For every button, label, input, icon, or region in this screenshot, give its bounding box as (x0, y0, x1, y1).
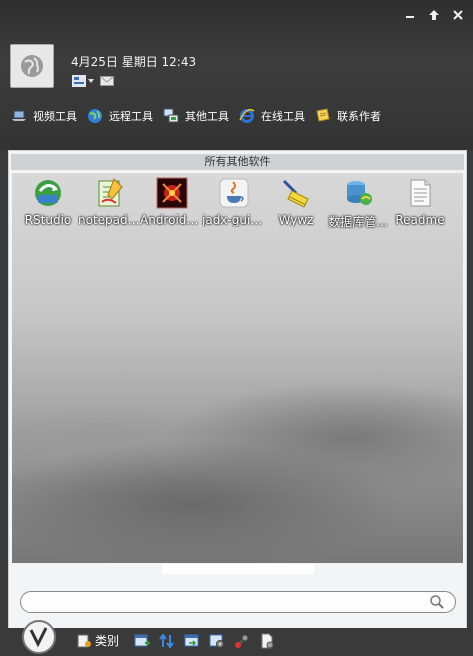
tab-online-tools[interactable]: 在线工具 (236, 106, 308, 126)
mail-icon[interactable] (100, 76, 114, 86)
app-wywz[interactable]: Wywz (266, 177, 326, 237)
add-window-icon (134, 634, 150, 646)
app-jadx-gui[interactable]: jadx-gui-... (202, 177, 266, 237)
app-notepad-plus-plus[interactable]: notepad++ (78, 177, 142, 237)
computer-icon (163, 108, 179, 123)
app-label: notepad++ (78, 213, 142, 227)
settings-button[interactable] (208, 632, 225, 649)
app-label: RStudio (24, 213, 72, 227)
laptop-icon (12, 110, 26, 121)
add-item-button[interactable] (133, 632, 150, 649)
app-grid: RStudio notepad++ AndroidKi... jadx-gui-… (18, 177, 458, 237)
tab-label: 联系作者 (337, 110, 381, 123)
ie-icon (239, 108, 255, 123)
app-readme[interactable]: Readme (390, 177, 450, 237)
tab-video-tools[interactable]: 视频工具 (8, 106, 80, 126)
sort-arrows-icon (158, 632, 174, 649)
close-icon (453, 10, 463, 20)
app-label: 数据库管... (328, 215, 388, 229)
datetime-label: 4月25日 星期日 12:43 (71, 55, 197, 69)
search-button[interactable] (429, 594, 445, 610)
tool-tabs: 视频工具 远程工具 其他工具 在线工具 联系作者 (8, 106, 384, 126)
minimize-icon (406, 16, 414, 18)
app-androidkiller[interactable]: AndroidKi... (140, 177, 204, 237)
options-button[interactable] (258, 632, 275, 649)
app-logo[interactable] (22, 620, 56, 654)
search-box (20, 591, 456, 613)
pin-up-icon (429, 10, 439, 20)
close-button[interactable] (451, 8, 465, 22)
bottom-bar: 类别 (0, 620, 473, 656)
app-grid-area: RStudio notepad++ AndroidKi... jadx-gui-… (12, 173, 463, 563)
app-label: Wywz (278, 213, 314, 227)
app-rstudio[interactable]: RStudio (18, 177, 78, 237)
app-database-manager[interactable]: 数据库管... (328, 177, 388, 237)
document-icon (404, 177, 436, 209)
v-logo-icon (29, 627, 48, 648)
tab-other-tools[interactable]: 其他工具 (160, 106, 232, 126)
database-icon (342, 177, 374, 209)
tab-label: 在线工具 (261, 110, 305, 123)
app-label: AndroidKi... (140, 213, 204, 227)
app-label: jadx-gui-... (202, 213, 266, 227)
window-arrow-icon (184, 634, 199, 646)
tab-contact-author[interactable]: 联系作者 (312, 106, 384, 126)
avatar[interactable] (10, 44, 54, 88)
document-settings-icon (261, 633, 274, 648)
minimize-button[interactable] (403, 8, 417, 22)
chevron-down-icon (88, 79, 94, 83)
java-icon (218, 177, 250, 209)
pin-button[interactable] (427, 8, 441, 22)
software-panel: 所有其他软件 RStudio notepad++ AndroidKi... ja… (8, 150, 467, 632)
tab-label: 其他工具 (185, 110, 229, 123)
category-icon (77, 634, 91, 647)
note-icon (316, 108, 330, 122)
bottom-toolbar: 类别 (76, 632, 275, 649)
tab-label: 远程工具 (109, 110, 153, 123)
tab-remote-tools[interactable]: 远程工具 (84, 106, 156, 126)
wywz-icon (280, 177, 312, 209)
app-label: Readme (395, 213, 445, 227)
notepad-icon (94, 177, 126, 209)
tools-icon (234, 634, 249, 648)
window-controls (403, 8, 465, 22)
status-dropdown[interactable] (72, 75, 94, 87)
tab-label: 视频工具 (33, 110, 77, 123)
status-icons (72, 75, 114, 87)
settings-window-icon (209, 634, 224, 648)
header-bar: 4月25日 星期日 12:43 视频工具 远程工具 其他工具 在线工具 联系作者 (0, 0, 473, 150)
android-killer-icon (156, 177, 188, 209)
horizontal-scrollbar[interactable] (162, 564, 314, 574)
search-input[interactable] (33, 594, 427, 612)
tools-button[interactable] (233, 632, 250, 649)
globe-avatar-icon (21, 55, 43, 77)
export-button[interactable] (183, 632, 200, 649)
sort-button[interactable] (158, 632, 175, 649)
category-label: 类别 (95, 634, 120, 648)
status-icon (72, 75, 86, 87)
category-button[interactable]: 类别 (76, 632, 119, 649)
globe-icon (88, 109, 102, 123)
rstudio-icon (32, 177, 64, 209)
search-icon (430, 595, 444, 609)
panel-title: 所有其他软件 (11, 154, 464, 170)
